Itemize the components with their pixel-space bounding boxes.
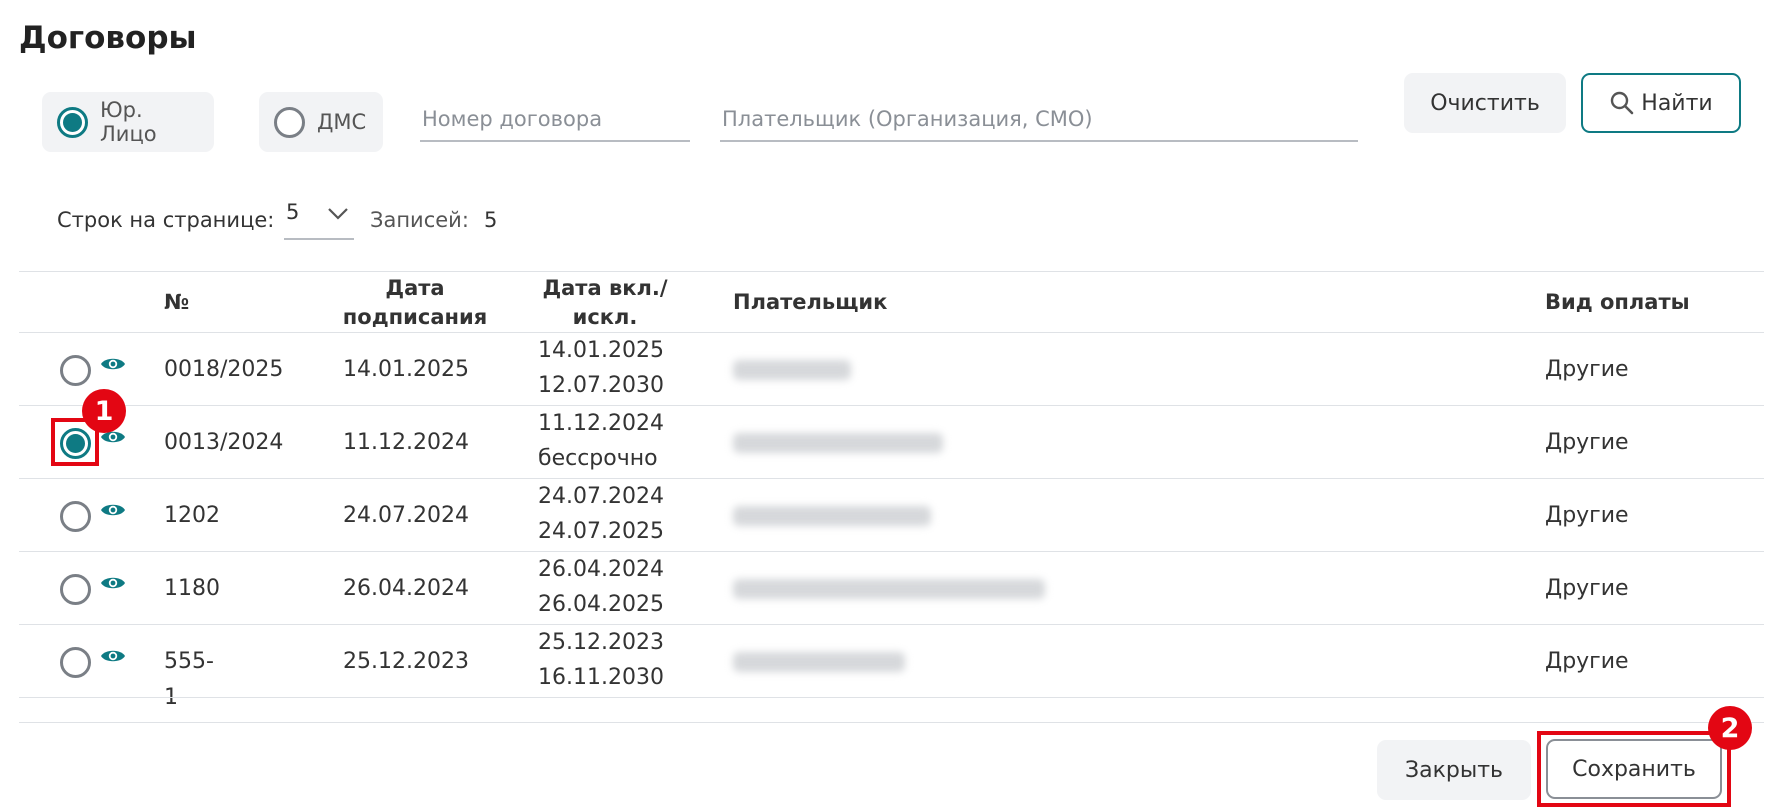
row-divider	[19, 697, 1764, 698]
header-sign-date-line1: Дата	[385, 276, 445, 300]
cell-incl-date: 24.07.2024	[538, 484, 664, 509]
cell-number: 1202	[164, 502, 220, 528]
header-sign-date: Дата подписания	[330, 274, 500, 332]
cell-incl-date: 11.12.2024	[538, 411, 664, 436]
rows-per-page-select[interactable]: 5	[284, 200, 354, 240]
cell-sign-date: 14.01.2025	[343, 356, 469, 382]
eye-icon[interactable]	[100, 355, 126, 373]
payer-redacted	[733, 359, 851, 380]
cell-incl-date: 26.04.2024	[538, 557, 664, 582]
radio-indicator	[57, 106, 88, 138]
close-button[interactable]: Закрыть	[1377, 740, 1531, 800]
radio-dms[interactable]: ДМС	[259, 92, 383, 152]
row-select-radio[interactable]	[60, 646, 91, 678]
cell-excl-date: бессрочно	[538, 446, 658, 471]
rows-per-page-value: 5	[286, 200, 300, 224]
cell-sign-date: 26.04.2024	[343, 575, 469, 601]
cell-excl-date: 12.07.2030	[538, 373, 664, 398]
row-select-radio[interactable]	[60, 500, 91, 532]
clear-button[interactable]: Очистить	[1404, 73, 1566, 133]
radio-label: Юр. Лицо	[100, 98, 157, 146]
header-sign-date-line2: подписания	[342, 305, 488, 329]
header-payer: Плательщик	[733, 290, 888, 314]
header-incl-line2: искл.	[572, 305, 638, 329]
cell-payment-type: Другие	[1545, 648, 1629, 674]
row-select-radio[interactable]	[60, 573, 91, 605]
payer-redacted	[733, 505, 931, 526]
cell-number: 0013/2024	[164, 429, 284, 455]
header-payment-type: Вид оплаты	[1545, 290, 1690, 314]
annotation-badge-1: 1	[82, 389, 126, 433]
row-select-radio[interactable]	[60, 354, 91, 386]
header-incl-excl-date: Дата вкл./ искл.	[530, 274, 680, 332]
cell-payment-type: Другие	[1545, 502, 1629, 528]
cell-payment-type: Другие	[1545, 575, 1629, 601]
records-count: 5	[484, 208, 498, 232]
row-divider	[19, 405, 1764, 406]
cell-number: 0018/2025	[164, 356, 284, 382]
cell-sign-date: 24.07.2024	[343, 502, 469, 528]
row-divider	[19, 551, 1764, 552]
radio-indicator	[274, 106, 305, 138]
cell-number: 555-1	[164, 648, 214, 710]
search-button-label: Найти	[1641, 90, 1713, 116]
payer-redacted	[733, 432, 943, 453]
contract-number-input[interactable]	[420, 98, 690, 142]
cell-payment-type: Другие	[1545, 429, 1629, 455]
rows-per-page-label: Строк на странице:	[57, 208, 275, 232]
radio-label: ДМС	[317, 110, 367, 134]
cell-excl-date: 24.07.2025	[538, 519, 664, 544]
records-label: Записей:	[370, 208, 469, 232]
eye-icon[interactable]	[100, 647, 126, 665]
payer-redacted	[733, 651, 905, 672]
row-divider	[19, 478, 1764, 479]
table-bottom-border	[19, 722, 1764, 723]
chevron-down-icon	[328, 208, 348, 220]
payer-input[interactable]	[720, 98, 1358, 142]
eye-icon[interactable]	[100, 574, 126, 592]
header-incl-line1: Дата вкл./	[542, 276, 668, 300]
search-icon	[1611, 91, 1634, 115]
annotation-badge-2: 2	[1708, 706, 1752, 750]
cell-incl-date: 14.01.2025	[538, 338, 664, 363]
table-top-border	[19, 271, 1764, 272]
cell-sign-date: 11.12.2024	[343, 429, 469, 455]
header-divider	[19, 332, 1764, 333]
cell-payment-type: Другие	[1545, 356, 1629, 382]
cell-number: 1180	[164, 575, 220, 601]
payer-redacted	[733, 578, 1045, 599]
cell-incl-date: 25.12.2023	[538, 630, 664, 655]
row-divider	[19, 624, 1764, 625]
eye-icon[interactable]	[100, 501, 126, 519]
radio-legal-entity[interactable]: Юр. Лицо	[42, 92, 214, 152]
cell-sign-date: 25.12.2023	[343, 648, 469, 674]
cell-excl-date: 16.11.2030	[538, 665, 664, 690]
search-button[interactable]: Найти	[1581, 73, 1741, 133]
cell-excl-date: 26.04.2025	[538, 592, 664, 617]
page-title: Договоры	[19, 20, 197, 56]
header-number: №	[164, 290, 190, 314]
annotation-highlight-save	[1537, 731, 1731, 807]
